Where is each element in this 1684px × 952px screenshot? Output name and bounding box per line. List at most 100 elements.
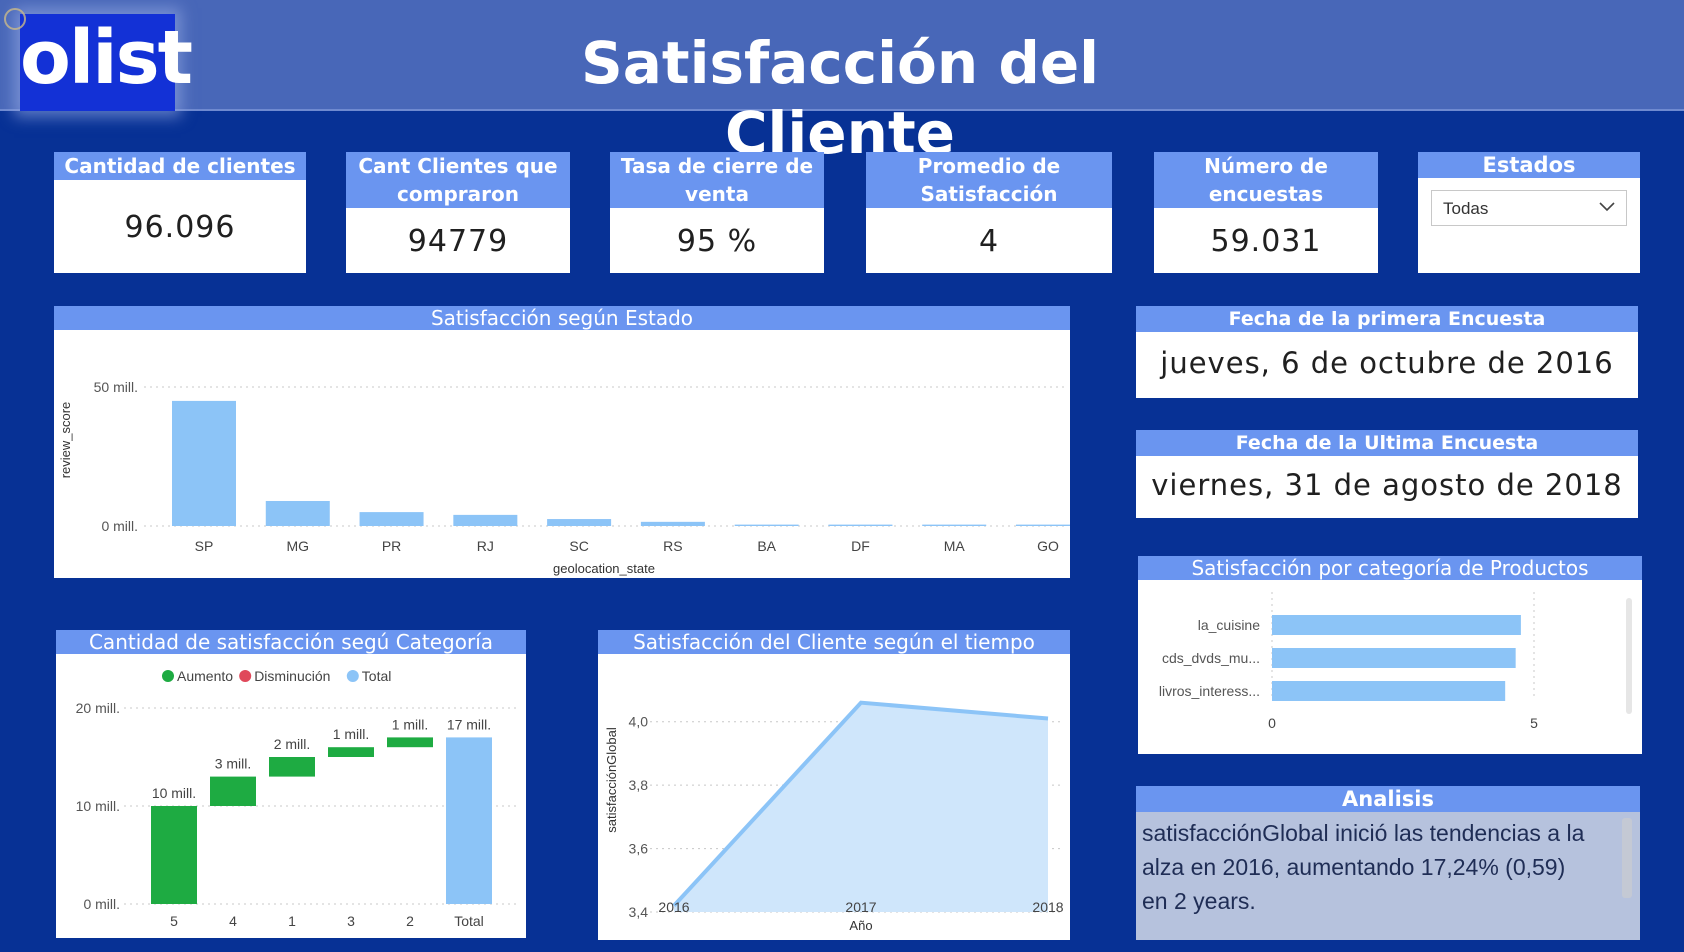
estados-dropdown[interactable]: Todas — [1431, 190, 1627, 226]
kpi-value: 95 % — [676, 224, 758, 259]
x-tick-label: 5 — [1530, 715, 1538, 731]
x-tick-label: 5 — [170, 913, 178, 929]
chart-scrollbar[interactable] — [1626, 598, 1632, 714]
chart-cascada-panel: Cantidad de satisfacción segú Categoría … — [56, 630, 526, 938]
data-label: 2 mill. — [274, 736, 311, 752]
kpi-label: Cantidad de clientes — [54, 152, 306, 180]
y-tick-label: 0 mill. — [101, 518, 138, 534]
legend-label: Aumento — [177, 668, 233, 684]
chart-tiempo-panel: Satisfacción del Cliente según el tiempo… — [598, 630, 1070, 940]
bar-GO[interactable] — [1016, 524, 1070, 526]
chart-categoria-panel: Satisfacción por categoría de Productos … — [1138, 556, 1642, 754]
x-tick-label: 2016 — [658, 899, 689, 915]
chart-title: Satisfacción por categoría de Productos — [1138, 556, 1642, 580]
category-label: livros_interess... — [1159, 683, 1260, 699]
area-fill — [674, 702, 1048, 912]
bar-RS[interactable] — [640, 521, 705, 526]
y-tick-label: 4,0 — [629, 714, 649, 730]
chart-title: Cantidad de satisfacción segú Categoría — [56, 630, 526, 654]
chart-title: Satisfacción del Cliente según el tiempo — [598, 630, 1070, 654]
kpi-promedio-satisfaccion: Promedio de Satisfacción 4 — [866, 152, 1112, 273]
estados-slicer: Estados Todas — [1418, 152, 1640, 273]
page-title: Satisfacción del Cliente — [580, 29, 1100, 167]
waterfall-bar-5[interactable] — [151, 806, 197, 904]
kpi-value: 59.031 — [1210, 224, 1322, 259]
x-tick-label: SP — [195, 538, 214, 554]
kpi-value: 94779 — [407, 224, 509, 259]
x-axis-label: Año — [849, 918, 872, 933]
data-label: 3 mill. — [215, 756, 252, 772]
bar-RJ[interactable] — [453, 514, 518, 526]
fecha-ultima-value: viernes, 31 de agosto de 2018 — [1151, 468, 1623, 502]
chart-categoria: la_cuisine cds_dvds_mu... livros_interess.… — [1159, 592, 1632, 731]
bar-MA[interactable] — [922, 524, 987, 526]
estados-selected-value: Todas — [1443, 199, 1489, 218]
category-bar[interactable] — [1272, 648, 1516, 668]
x-tick-label: RS — [663, 538, 682, 554]
x-tick-label: MA — [944, 538, 966, 554]
fecha-primera-label: Fecha de la primera Encuesta — [1136, 306, 1638, 332]
y-axis-label: review_score — [58, 402, 73, 479]
x-tick-label: Total — [454, 913, 484, 929]
kpi-label: Número de encuestas — [1154, 152, 1378, 208]
bar-DF[interactable] — [828, 524, 893, 526]
fecha-primera-card: Fecha de la primera Encuesta jueves, 6 d… — [1136, 306, 1638, 398]
category-bar[interactable] — [1272, 615, 1521, 635]
waterfall-bar-Total[interactable] — [446, 737, 492, 904]
kpi-tasa-cierre: Tasa de cierre de venta 95 % — [610, 152, 824, 273]
bar-BA[interactable] — [734, 524, 799, 526]
waterfall-bar-4[interactable] — [210, 776, 256, 806]
x-tick-label: RJ — [477, 538, 494, 554]
y-tick-label: 50 mill. — [94, 379, 138, 395]
x-tick-label: SC — [569, 538, 588, 554]
bar-MG[interactable] — [265, 500, 330, 526]
x-tick-label: MG — [286, 538, 309, 554]
data-label: 1 mill. — [392, 716, 429, 732]
data-label: 10 mill. — [152, 785, 196, 801]
analysis-card: Analisis satisfacciónGlobal inició las t… — [1136, 786, 1640, 940]
fecha-primera-value: jueves, 6 de octubre de 2016 — [1160, 346, 1614, 380]
x-tick-label: PR — [382, 538, 401, 554]
y-tick-label: 0 mill. — [83, 896, 120, 912]
x-tick-label: 2018 — [1032, 899, 1063, 915]
kpi-label: Cant Clientes que compraron — [346, 152, 570, 208]
kpi-numero-encuestas: Número de encuestas 59.031 — [1154, 152, 1378, 273]
olist-logo: olist — [20, 14, 193, 111]
y-tick-label: 3,4 — [629, 904, 649, 920]
legend-marker — [162, 670, 174, 682]
chevron-down-icon — [1599, 202, 1615, 212]
data-label: 1 mill. — [333, 726, 370, 742]
chart-tiempo: 3,4 3,6 3,8 4,0 2016 2017 2018 satisfacciónGlo… — [604, 700, 1064, 933]
x-axis-label: geolocation_state — [553, 561, 655, 576]
category-label: la_cuisine — [1198, 617, 1260, 633]
analysis-scrollbar[interactable] — [1622, 818, 1632, 898]
y-tick-label: 3,6 — [629, 841, 649, 857]
bar-SC[interactable] — [547, 519, 612, 526]
kpi-value: 4 — [978, 224, 1000, 259]
y-tick-label: 10 mill. — [76, 798, 120, 814]
back-circle-icon[interactable] — [4, 8, 26, 30]
fecha-ultima-card: Fecha de la Ultima Encuesta viernes, 31 … — [1136, 430, 1638, 518]
category-label: cds_dvds_mu... — [1162, 650, 1260, 666]
chart-cascada: Aumento Disminución Total10 mill.3 mill.2 … — [76, 668, 518, 929]
x-tick-label: 1 — [288, 913, 296, 929]
waterfall-bar-1[interactable] — [269, 757, 315, 777]
chart-title: Satisfacción según Estado — [54, 306, 1070, 330]
kpi-clientes-compraron: Cant Clientes que compraron 94779 — [346, 152, 570, 273]
x-tick-label: 3 — [347, 913, 355, 929]
x-tick-label: 4 — [229, 913, 237, 929]
x-tick-label: GO — [1037, 538, 1059, 554]
category-bar[interactable] — [1272, 681, 1506, 701]
data-label: 17 mill. — [447, 716, 491, 732]
legend-marker — [239, 670, 252, 682]
x-tick-label: 2 — [406, 913, 414, 929]
waterfall-bar-2[interactable] — [387, 737, 433, 748]
waterfall-bar-3[interactable] — [328, 747, 374, 757]
x-tick-label: BA — [757, 538, 776, 554]
bar-SP[interactable] — [172, 400, 236, 526]
x-tick-label: 2017 — [845, 899, 876, 915]
kpi-value: 96.096 — [124, 210, 236, 245]
bar-PR[interactable] — [359, 512, 424, 526]
legend-marker — [346, 670, 359, 682]
y-axis-label: satisfacciónGlobal — [604, 727, 619, 833]
